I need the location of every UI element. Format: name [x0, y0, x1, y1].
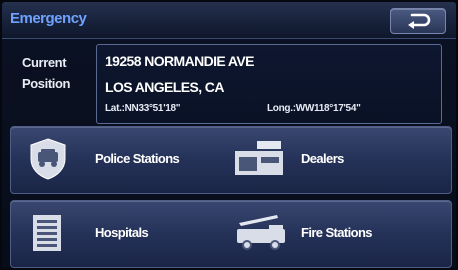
emergency-screen: Emergency Current Position 19258 NORMAND…	[2, 2, 456, 268]
hospitals-label: Hospitals	[95, 225, 149, 240]
fire-truck-icon	[237, 215, 285, 250]
street-address: 19258 NORMANDIE AVE	[105, 53, 254, 69]
city-state: LOS ANGELES, CA	[105, 79, 224, 95]
category-row-2: Hospitals Fire Stations	[10, 200, 452, 268]
fire-stations-button[interactable]: Fire Stations	[211, 201, 451, 267]
category-row-1: Police Stations Dealers	[10, 126, 452, 194]
police-stations-button[interactable]: Police Stations	[11, 127, 211, 193]
back-arrow-icon	[408, 13, 431, 29]
dealers-label: Dealers	[301, 151, 344, 166]
category-grid: Police Stations Dealers Hospitals Fire S…	[10, 126, 452, 268]
police-badge-icon	[30, 138, 66, 180]
screen-title: Emergency	[10, 10, 87, 27]
longitude-value: Long.:WW118°17'54"	[267, 103, 361, 114]
police-stations-label: Police Stations	[95, 151, 180, 166]
label-position: Position	[22, 76, 71, 91]
hospitals-button[interactable]: Hospitals	[11, 201, 211, 267]
dealers-button[interactable]: Dealers	[211, 127, 451, 193]
label-current: Current	[22, 55, 67, 70]
position-info-box: 19258 NORMANDIE AVE LOS ANGELES, CA Lat.…	[96, 44, 442, 124]
dealer-icon	[235, 141, 283, 175]
fire-stations-label: Fire Stations	[301, 225, 373, 240]
latitude-value: Lat.:NN33°51'18"	[105, 103, 181, 114]
hospital-icon	[33, 215, 61, 251]
header-bar: Emergency	[2, 2, 456, 39]
current-position-label: Current Position	[22, 52, 94, 94]
back-button[interactable]	[390, 8, 446, 34]
